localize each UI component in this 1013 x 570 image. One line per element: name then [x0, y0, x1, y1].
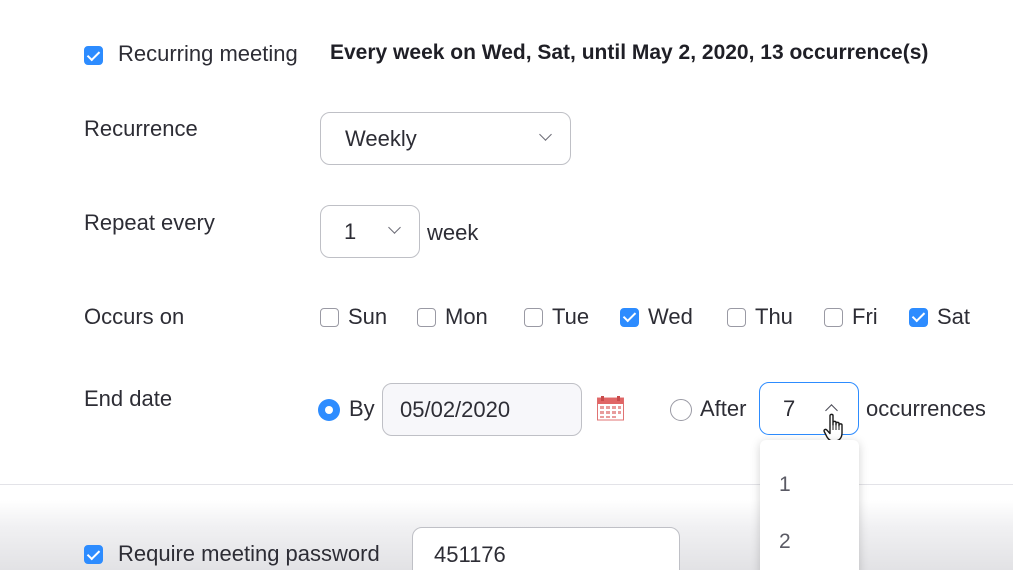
occurs-on-label: Occurs on: [84, 304, 185, 329]
chevron-down-icon: [539, 128, 552, 141]
calendar-icon[interactable]: [597, 396, 624, 421]
end-by-label: By: [349, 396, 375, 421]
recurrence-select-value: Weekly: [345, 125, 417, 151]
recurrence-summary: Every week on Wed, Sat, until May 2, 202…: [330, 41, 929, 64]
day-label: Thu: [755, 304, 793, 329]
day-checkbox[interactable]: [909, 307, 928, 327]
password-value: 451176: [434, 542, 506, 567]
day-label: Tue: [552, 304, 590, 329]
recurring-meeting-checkbox[interactable]: [84, 46, 103, 65]
day-label: Fri: [852, 304, 878, 329]
day-checkbox[interactable]: [320, 307, 339, 327]
hand-cursor-icon: [823, 413, 847, 443]
end-after-radio[interactable]: [670, 399, 692, 421]
day-option-mon[interactable]: Mon: [417, 304, 488, 330]
recurring-meeting-label: Recurring meeting: [118, 41, 298, 66]
day-label: Wed: [648, 304, 693, 329]
day-checkbox[interactable]: [727, 307, 746, 327]
end-by-radio[interactable]: [318, 399, 340, 421]
day-option-fri[interactable]: Fri: [824, 304, 878, 330]
require-password-label: Require meeting password: [118, 541, 380, 566]
recurrence-select[interactable]: Weekly: [320, 112, 571, 165]
occurrences-label: occurrences: [866, 396, 986, 421]
password-input[interactable]: 451176: [412, 527, 680, 570]
day-label: Sun: [348, 304, 388, 329]
day-label: Mon: [445, 304, 488, 329]
day-checkbox[interactable]: [417, 307, 436, 327]
day-option-sun[interactable]: Sun: [320, 304, 387, 330]
day-option-wed[interactable]: Wed: [620, 304, 693, 330]
day-checkbox[interactable]: [524, 307, 543, 327]
day-label: Sat: [937, 304, 971, 329]
end-date-input[interactable]: 05/02/2020: [382, 383, 582, 436]
day-option-tue[interactable]: Tue: [524, 304, 589, 330]
repeat-interval-select[interactable]: 1: [320, 205, 420, 258]
repeat-every-label: Repeat every: [84, 210, 215, 235]
day-option-thu[interactable]: Thu: [727, 304, 793, 330]
require-password-checkbox[interactable]: [84, 545, 103, 564]
end-after-label: After: [700, 396, 747, 421]
section-divider: [0, 484, 1013, 485]
dropdown-option[interactable]: 1: [760, 456, 859, 513]
day-checkbox[interactable]: [824, 307, 843, 327]
repeat-unit-label: week: [427, 220, 479, 245]
end-date-value: 05/02/2020: [400, 396, 511, 422]
dropdown-option[interactable]: 2: [760, 513, 859, 570]
day-option-sat[interactable]: Sat: [909, 304, 970, 330]
chevron-down-icon: [388, 221, 401, 234]
occurrences-dropdown: 1 2: [760, 440, 859, 570]
end-date-label: End date: [84, 386, 173, 411]
recurrence-label: Recurrence: [84, 116, 198, 141]
day-checkbox[interactable]: [620, 307, 639, 327]
occurrences-value: 7: [783, 395, 796, 421]
repeat-interval-value: 1: [344, 218, 357, 244]
